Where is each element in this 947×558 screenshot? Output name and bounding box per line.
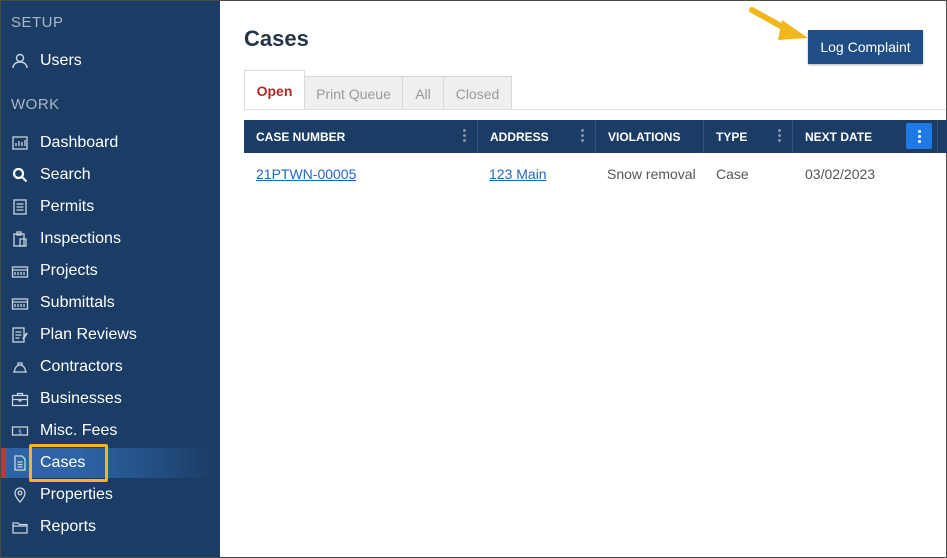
column-header-address[interactable]: ADDRESS <box>478 120 596 153</box>
table-header: CASE NUMBER ADDRESS VIOLATIONS TYPE NEXT… <box>244 120 947 153</box>
sidebar-item-users[interactable]: Users <box>1 46 220 76</box>
sidebar-item-label: Businesses <box>40 390 122 407</box>
column-header-type[interactable]: TYPE <box>704 120 793 153</box>
column-menu-icon[interactable] <box>581 129 585 143</box>
page-title: Cases <box>244 26 309 51</box>
column-header-label: CASE NUMBER <box>256 129 346 144</box>
column-options-icon[interactable] <box>906 123 932 149</box>
projects-icon <box>11 262 29 280</box>
tab-closed[interactable]: Closed <box>443 76 512 110</box>
user-icon <box>11 52 29 70</box>
misc-fees-icon: $ <box>11 422 29 440</box>
column-header-violations[interactable]: VIOLATIONS <box>596 120 704 153</box>
violations-cell: Snow removal <box>607 166 696 182</box>
case-number-link[interactable]: 21PTWN-00005 <box>256 166 356 182</box>
column-menu-icon[interactable] <box>463 129 467 143</box>
log-complaint-button[interactable]: Log Complaint <box>808 30 923 64</box>
next-date-cell: 03/02/2023 <box>805 166 876 182</box>
tab-print-queue[interactable]: Print Queue <box>304 76 403 110</box>
sidebar-item-label: Search <box>40 166 91 183</box>
type-cell: Case <box>716 166 749 182</box>
contractors-icon <box>11 358 29 376</box>
column-header-label: VIOLATIONS <box>608 129 681 144</box>
map-pin-icon <box>11 486 29 504</box>
column-header-case-number[interactable]: CASE NUMBER <box>244 120 478 153</box>
sidebar-item-label: Plan Reviews <box>40 326 137 343</box>
sidebar-item-submittals[interactable]: Submittals <box>1 288 220 318</box>
sidebar-item-permits[interactable]: Permits <box>1 192 220 222</box>
reports-icon <box>11 518 29 536</box>
businesses-icon <box>11 390 29 408</box>
sidebar-item-label: Contractors <box>40 358 123 375</box>
plan-reviews-icon <box>11 326 29 344</box>
sidebar-item-contractors[interactable]: Contractors <box>1 352 220 382</box>
sidebar-item-label: Submittals <box>40 294 115 311</box>
sidebar-item-plan-reviews[interactable]: Plan Reviews <box>1 320 220 350</box>
inspections-icon <box>11 230 29 248</box>
dashboard-icon <box>11 134 29 152</box>
search-icon <box>11 166 29 184</box>
column-header-label: ADDRESS <box>490 129 549 144</box>
sidebar-item-inspections[interactable]: Inspections <box>1 224 220 254</box>
cases-highlight-box <box>29 444 108 482</box>
sidebar-item-label: Permits <box>40 198 95 215</box>
active-indicator <box>1 448 6 478</box>
pointer-arrow-icon <box>749 7 808 40</box>
permits-icon <box>11 198 29 216</box>
tab-open[interactable]: Open <box>244 70 305 110</box>
sidebar-item-label: Inspections <box>40 230 121 247</box>
svg-text:$: $ <box>18 429 22 436</box>
sidebar-item-label: Reports <box>40 518 97 535</box>
cases-icon <box>11 454 29 472</box>
column-header-label: TYPE <box>716 129 748 144</box>
tab-all[interactable]: All <box>402 76 444 110</box>
column-header-label: NEXT DATE <box>805 129 873 144</box>
sidebar-item-label: Projects <box>40 262 98 279</box>
sidebar-item-label: Misc. Fees <box>40 422 118 439</box>
tabs-divider <box>244 109 946 110</box>
sidebar-item-label: Dashboard <box>40 134 119 151</box>
section-label-setup: SETUP <box>11 14 64 31</box>
submittals-icon <box>11 294 29 312</box>
sidebar-item-properties[interactable]: Properties <box>1 480 220 510</box>
sidebar-item-misc-fees[interactable]: $ Misc. Fees <box>1 416 220 446</box>
sidebar-item-label: Properties <box>40 486 113 503</box>
column-menu-icon[interactable] <box>778 129 782 143</box>
sidebar-item-businesses[interactable]: Businesses <box>1 384 220 414</box>
sidebar-item-search[interactable]: Search <box>1 160 220 190</box>
sidebar-item-projects[interactable]: Projects <box>1 256 220 286</box>
sidebar-item-label: Users <box>40 52 82 69</box>
address-link[interactable]: 123 Main <box>489 166 547 182</box>
sidebar-item-reports[interactable]: Reports <box>1 512 220 542</box>
sidebar-item-dashboard[interactable]: Dashboard <box>1 128 220 158</box>
section-label-work: WORK <box>11 96 60 113</box>
